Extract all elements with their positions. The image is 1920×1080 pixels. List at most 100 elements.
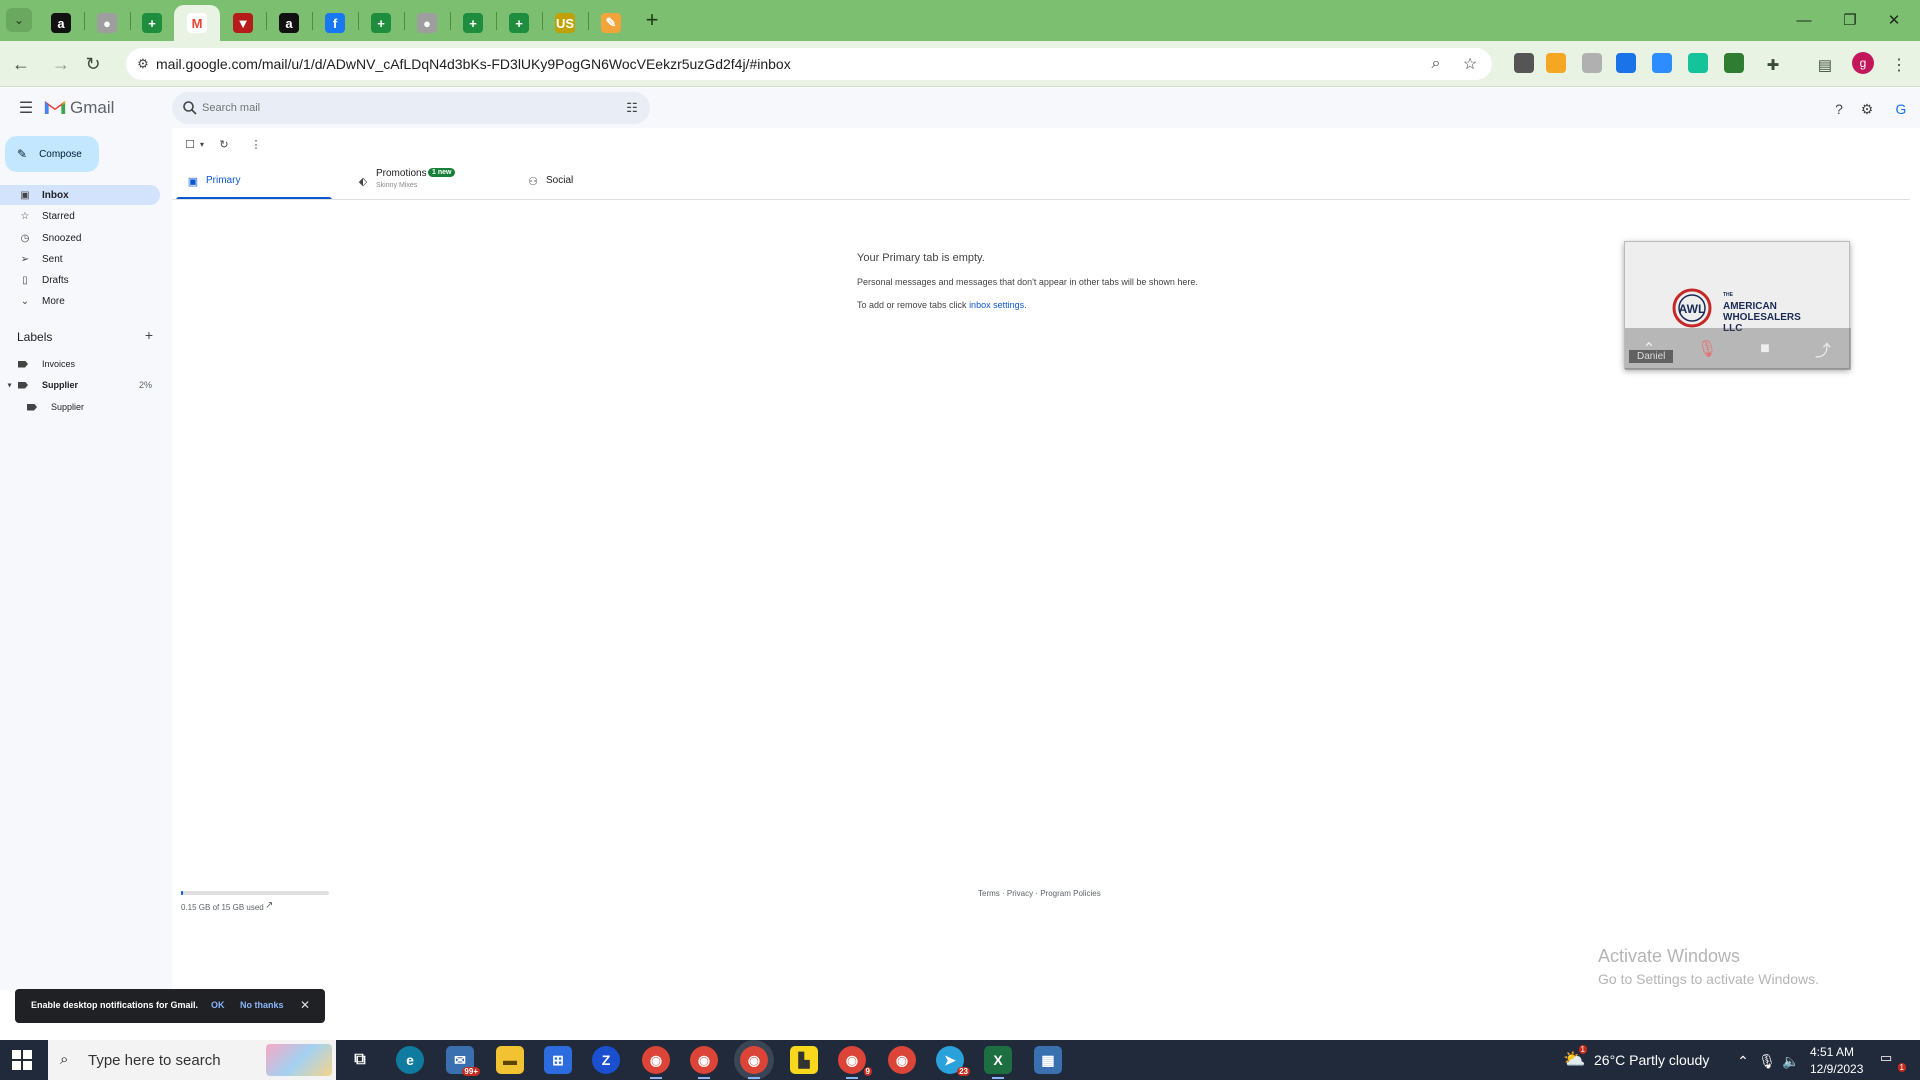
sidebar-item-sent[interactable]: ➢ Sent xyxy=(0,249,160,269)
compose-button[interactable]: ✎ Compose xyxy=(5,136,99,172)
search-icon[interactable] xyxy=(182,100,198,116)
sidebar-item-inbox[interactable]: ▣ Inbox xyxy=(0,185,160,205)
zoom-icon[interactable]: ⌕ xyxy=(1426,54,1446,74)
browser-tab[interactable]: ● xyxy=(404,5,450,41)
zoom-ext-icon[interactable] xyxy=(1652,53,1672,73)
file-explorer-icon[interactable]: ▬ xyxy=(496,1046,524,1074)
url-text[interactable]: mail.google.com/mail/u/1/d/ADwNV_cAfLDqN… xyxy=(156,56,791,72)
label-item[interactable]: Supplier xyxy=(0,397,160,417)
search-input[interactable] xyxy=(200,92,600,124)
task-view-icon[interactable]: ⧉ xyxy=(346,1046,374,1074)
expand-arrow-icon[interactable]: ▸ xyxy=(6,383,15,387)
grammarly-icon[interactable] xyxy=(1688,53,1708,73)
browser-tab[interactable]: + xyxy=(129,5,175,41)
select-dropdown-icon[interactable]: ▾ xyxy=(194,136,210,152)
gmail-logo-icon[interactable] xyxy=(44,98,66,115)
clock-date[interactable]: 12/9/2023 xyxy=(1810,1062,1863,1076)
browser-tab[interactable]: + xyxy=(496,5,542,41)
add-label-icon[interactable]: + xyxy=(141,327,157,343)
tab-primary[interactable]: ▣ Primary xyxy=(176,164,336,200)
browser-menu-icon[interactable]: ⋮ xyxy=(1886,52,1912,78)
reload-icon[interactable]: ↻ xyxy=(80,51,106,77)
main-menu-icon[interactable]: ☰ xyxy=(16,98,36,118)
tab-social[interactable]: ⚇ Social xyxy=(516,164,676,200)
support-icon[interactable]: ? xyxy=(1830,100,1848,118)
notification-center-icon[interactable]: ▭ 1 xyxy=(1880,1050,1906,1072)
sidebar-item-snoozed[interactable]: ◷ Snoozed xyxy=(0,228,160,248)
browser-tab[interactable]: ✎ xyxy=(588,5,634,41)
side-panel-icon[interactable]: ▤ xyxy=(1812,52,1838,78)
chrome-icon[interactable]: ◉ xyxy=(642,1046,670,1079)
speaker-icon[interactable]: 🔈 xyxy=(1782,1052,1800,1070)
more-actions-icon[interactable]: ⋮ xyxy=(248,136,264,152)
browser-tab[interactable]: US xyxy=(542,5,588,41)
clip-ext-icon[interactable] xyxy=(1582,53,1602,73)
browser-tab[interactable]: ▼ xyxy=(220,5,266,41)
clock-time[interactable]: 4:51 AM xyxy=(1810,1045,1854,1059)
sidebar-item-more[interactable]: ⌄ More xyxy=(0,291,160,311)
edge-icon[interactable]: e xyxy=(396,1046,424,1074)
mic-muted-icon[interactable]: 🎙 xyxy=(1695,338,1719,360)
chrome-icon[interactable]: ◉ xyxy=(690,1046,718,1079)
restore-window-button[interactable]: ❐ xyxy=(1828,6,1872,34)
windows-start-icon[interactable] xyxy=(12,1050,32,1070)
weather-text[interactable]: 26°C Partly cloudy xyxy=(1594,1052,1709,1068)
close-icon[interactable]: ✕ xyxy=(300,998,310,1012)
microphone-icon[interactable]: 🎙 xyxy=(1758,1052,1776,1070)
notification-ok-button[interactable]: OK xyxy=(211,1000,225,1010)
mail-app-icon[interactable]: ✉ 99+ xyxy=(446,1046,480,1076)
refresh-icon[interactable]: ↻ xyxy=(216,136,232,152)
settings-gear-icon[interactable]: ⚙ xyxy=(1858,100,1876,118)
back-icon[interactable]: ← xyxy=(8,51,34,77)
sticky-notes-icon[interactable]: ▙ xyxy=(790,1046,818,1074)
label-item[interactable]: ▸ Supplier 2% xyxy=(0,375,160,395)
notification-no-thanks-button[interactable]: No thanks xyxy=(240,1000,284,1010)
browser-tab[interactable]: a xyxy=(266,5,312,41)
chrome-icon[interactable]: ◉ 9 xyxy=(838,1046,872,1079)
telegram-icon[interactable]: ➤ 23 xyxy=(936,1046,970,1076)
search-box[interactable]: ☷ xyxy=(172,92,650,124)
chrome-active-icon[interactable]: ◉ xyxy=(740,1046,768,1079)
orange-ext-icon[interactable] xyxy=(1546,53,1566,73)
browser-tab[interactable]: a xyxy=(38,5,84,41)
zoho-z-icon[interactable]: Z xyxy=(592,1046,620,1074)
gmail-wordmark[interactable]: Gmail xyxy=(70,98,114,118)
sidebar-item-starred[interactable]: ☆ Starred xyxy=(0,206,160,226)
profile-avatar[interactable]: g xyxy=(1852,52,1874,74)
minimize-window-button[interactable]: — xyxy=(1782,6,1826,34)
external-link-icon[interactable]: ↗ xyxy=(265,900,277,912)
close-window-button[interactable]: ✕ xyxy=(1872,6,1916,34)
taskbar-search-box[interactable]: ⌕ Type here to search xyxy=(48,1040,336,1080)
address-bar[interactable]: ⚙ mail.google.com/mail/u/1/d/ADwNV_cAfLD… xyxy=(126,48,1492,80)
browser-tab[interactable]: ● xyxy=(84,5,130,41)
search-options-icon[interactable]: ☷ xyxy=(624,100,640,116)
tab-promotions[interactable]: ⬖ Promotions 1 new Skinny Mixes xyxy=(346,164,506,200)
site-info-icon[interactable]: ⚙ xyxy=(134,55,152,73)
chrome-icon[interactable]: ◉ xyxy=(888,1046,916,1074)
browser-tab[interactable]: f xyxy=(312,5,358,41)
browser-tab[interactable]: M xyxy=(174,5,220,41)
browser-tab[interactable]: + xyxy=(358,5,404,41)
sidebar-item-drafts[interactable]: ▯ Drafts xyxy=(0,270,160,290)
gemini-icon[interactable]: G xyxy=(1892,100,1910,118)
browser-tab[interactable]: + xyxy=(450,5,496,41)
extensions-puzzle-icon[interactable]: ✚ xyxy=(1760,52,1786,78)
video-call-window[interactable]: AWL THE AMERICAN WHOLESALERS LLC ⌃ 🎙 ■ ⤴… xyxy=(1624,241,1851,370)
store-icon[interactable]: ⊞ xyxy=(544,1046,572,1074)
chevron-up-icon[interactable]: ⌃ xyxy=(1734,1052,1752,1070)
honey-off-icon[interactable] xyxy=(1514,53,1534,73)
blue-ext-icon[interactable] xyxy=(1616,53,1636,73)
footer-links[interactable]: Terms · Privacy · Program Policies xyxy=(978,889,1101,898)
r-ext-icon[interactable] xyxy=(1724,53,1744,73)
excel-icon[interactable]: X xyxy=(984,1046,1012,1079)
tab-search-button[interactable]: ⌄ xyxy=(6,8,32,32)
new-tab-button[interactable]: + xyxy=(638,7,666,32)
forward-icon[interactable]: → xyxy=(48,51,74,77)
calculator-icon[interactable]: ▦ xyxy=(1034,1046,1062,1074)
label-item[interactable]: Invoices xyxy=(0,354,160,374)
weather-cloud-icon[interactable]: ⛅ 1 xyxy=(1563,1045,1587,1071)
return-to-call-icon[interactable]: ⤴ xyxy=(1811,338,1835,360)
bookmark-star-icon[interactable]: ☆ xyxy=(1460,54,1480,74)
inbox-settings-link[interactable]: inbox settings xyxy=(969,300,1024,310)
camera-icon[interactable]: ■ xyxy=(1753,338,1777,360)
